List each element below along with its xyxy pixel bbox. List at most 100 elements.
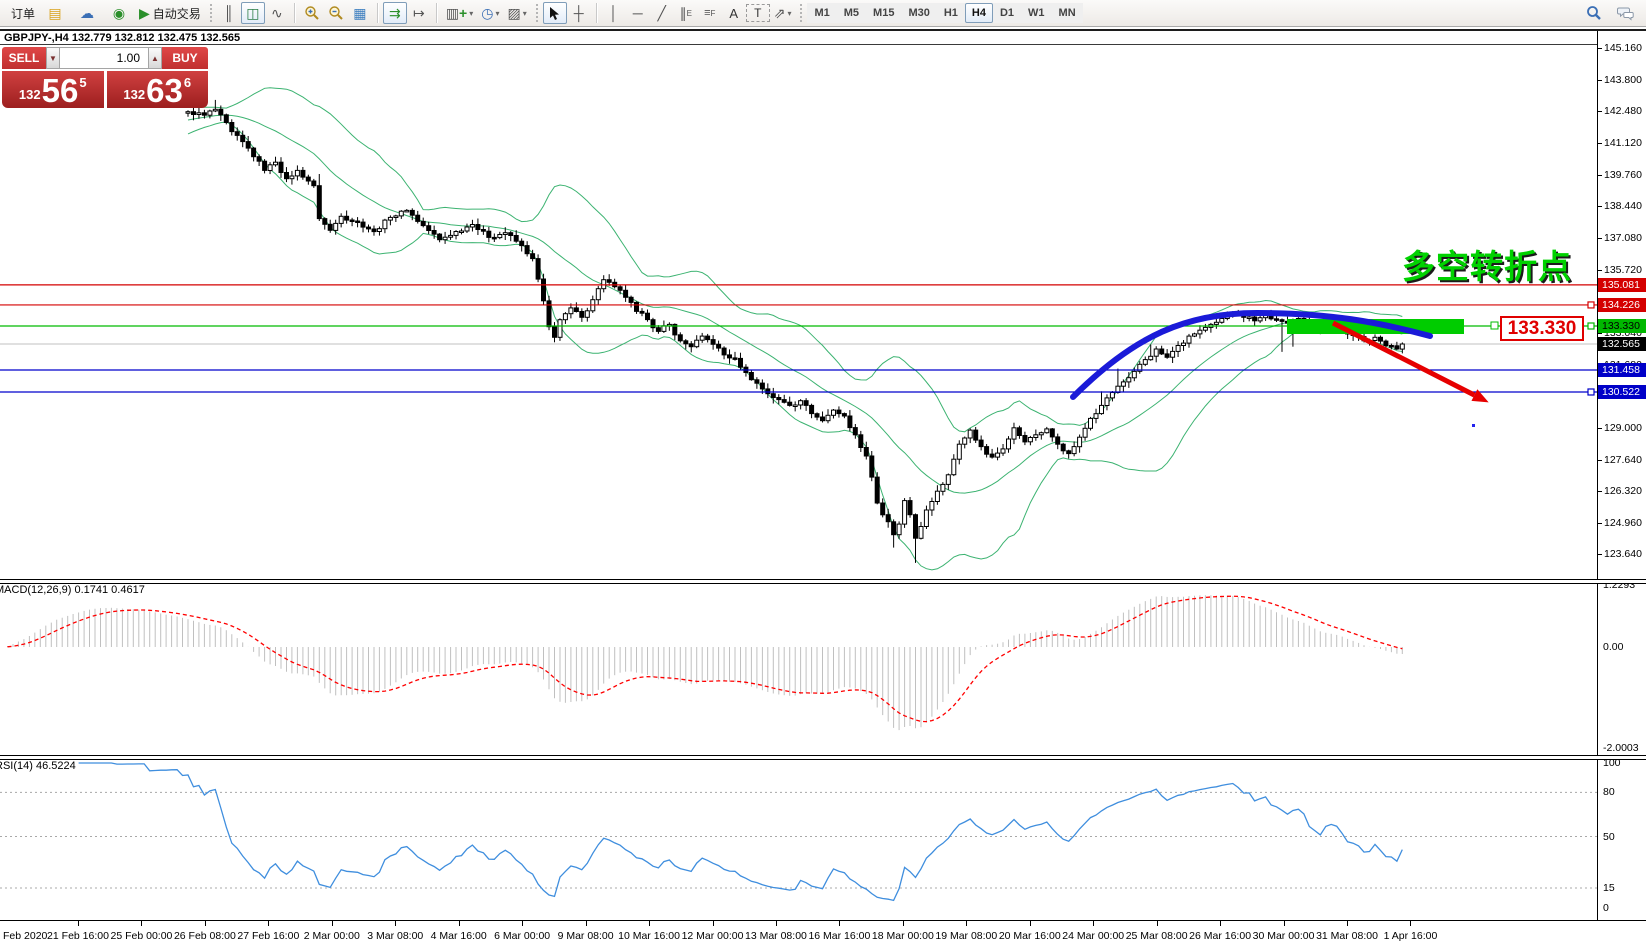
timeframe-m15[interactable]: M15 (866, 3, 901, 23)
price-tick-label: 123.640 (1604, 548, 1642, 560)
timeframe-h4[interactable]: H4 (965, 3, 993, 23)
sell-price-prefix: 132 (19, 87, 41, 102)
zoom-out-icon[interactable] (324, 2, 348, 24)
metaquotes-journal-icon[interactable]: ▤ (39, 1, 71, 25)
timeframe-m5[interactable]: M5 (837, 3, 866, 23)
buy-price-big: 63 (146, 75, 183, 106)
chart-shift-icon[interactable]: ↦ (407, 2, 431, 24)
crosshair-icon[interactable]: ┼ (567, 2, 591, 24)
price-axis-divider (1597, 31, 1598, 920)
one-click-trade-panel: SELL ▼ ▲ BUY 132 56 5 132 63 6 (2, 47, 208, 108)
timeframe-d1[interactable]: D1 (993, 3, 1021, 23)
timeframe-group: M1M5M15M30H1H4D1W1MN (807, 3, 1082, 23)
new-order-button[interactable]: 订单 (4, 2, 39, 24)
time-tick (522, 921, 523, 926)
time-axis-label: 26 Feb 08:00 (174, 930, 236, 942)
price-tick (1598, 143, 1602, 144)
time-tick (649, 921, 650, 926)
time-tick (1347, 921, 1348, 926)
templates-icon[interactable]: ▨▾ (503, 2, 530, 24)
time-tick (395, 921, 396, 926)
mql5-community-icon[interactable]: ☁ (71, 1, 103, 25)
cursor-icon[interactable] (543, 2, 567, 24)
signals-icon[interactable]: ◉ (103, 1, 135, 25)
sell-button[interactable]: SELL (2, 47, 46, 69)
time-axis-label: 20 Mar 16:00 (999, 930, 1061, 942)
time-axis-label: 3 Mar 08:00 (367, 930, 423, 942)
timeframe-m30[interactable]: M30 (901, 3, 936, 23)
price-tick-label: 142.480 (1604, 105, 1642, 117)
symbol-ohlc-readout: GBPJPY-,H4 132.779 132.812 132.475 132.5… (4, 32, 240, 44)
time-axis-border (0, 920, 1646, 921)
timeframe-w1[interactable]: W1 (1021, 3, 1052, 23)
rsi-axis-label: 0 (1603, 902, 1609, 914)
timeframe-h1[interactable]: H1 (937, 3, 965, 23)
time-tick (1284, 921, 1285, 926)
price-level-label: 131.458 (1598, 363, 1646, 377)
search-icon[interactable] (1578, 1, 1610, 25)
buy-price-pip: 6 (184, 75, 191, 90)
time-axis[interactable]: Feb 202021 Feb 16:0025 Feb 00:0026 Feb 0… (0, 921, 1646, 950)
new-chart-icon[interactable]: ▥+▾ (442, 2, 477, 24)
autotrading-button[interactable]: ▶自动交易 (135, 2, 205, 24)
periods-clock-icon[interactable]: ◷▾ (477, 2, 503, 24)
price-tick (1598, 238, 1602, 239)
auto-scroll-icon[interactable]: ⇉ (383, 2, 407, 24)
time-tick (141, 921, 142, 926)
price-tick (1598, 80, 1602, 81)
price-tick-label: 145.160 (1604, 42, 1642, 54)
price-chart-canvas[interactable] (0, 0, 1646, 950)
volume-increase-button[interactable]: ▲ (148, 47, 162, 69)
candlestick-chart-icon[interactable]: ◫ (241, 2, 265, 24)
equidistant-channel-icon[interactable]: ∥E (674, 2, 698, 24)
time-axis-label: Feb 2020 (3, 930, 47, 942)
rsi-axis-label: 50 (1603, 831, 1615, 843)
volume-decrease-button[interactable]: ▼ (46, 47, 60, 69)
price-tick-label: 135.720 (1604, 264, 1642, 276)
line-chart-icon[interactable]: ∿ (265, 2, 289, 24)
price-tick (1598, 206, 1602, 207)
price-tick (1598, 523, 1602, 524)
time-axis-label: 30 Mar 00:00 (1253, 930, 1315, 942)
price-tick (1598, 460, 1602, 461)
arrows-tool-icon[interactable]: ⇗▾ (770, 2, 796, 24)
trendline-icon[interactable]: ╱ (650, 2, 674, 24)
time-tick (332, 921, 333, 926)
time-axis-label: 9 Mar 08:00 (558, 930, 614, 942)
price-tick-label: 139.760 (1604, 169, 1642, 181)
time-axis-label: 25 Mar 08:00 (1126, 930, 1188, 942)
bar-chart-icon[interactable]: ║ (217, 2, 241, 24)
vertical-line-icon[interactable]: │ (602, 2, 626, 24)
toolbar-separator (436, 3, 437, 23)
horizontal-line-icon[interactable]: ─ (626, 2, 650, 24)
timeframe-mn[interactable]: MN (1052, 3, 1083, 23)
time-tick (1220, 921, 1221, 926)
time-axis-label: 18 Mar 00:00 (872, 930, 934, 942)
symbol-bar-underline (0, 44, 1597, 45)
chat-icon[interactable] (1610, 1, 1642, 25)
sell-price-display[interactable]: 132 56 5 (2, 71, 104, 108)
timeframe-m1[interactable]: M1 (807, 3, 836, 23)
price-tick (1598, 48, 1602, 49)
time-axis-label: 21 Feb 16:00 (47, 930, 109, 942)
macd-window-separator[interactable] (0, 579, 1646, 584)
time-tick (1157, 921, 1158, 926)
text-label-icon[interactable]: T (746, 4, 770, 22)
main-toolbar: 订单 ▤ ☁ ◉ ▶自动交易 ║ ◫ ∿ ▦ ⇉ ↦ ▥+▾ ◷▾ ▨▾ ┼ │… (0, 0, 1646, 27)
time-axis-label: 19 Mar 08:00 (935, 930, 997, 942)
price-tick-label: 138.440 (1604, 200, 1642, 212)
fibonacci-icon[interactable]: ≡F (698, 2, 722, 24)
turning-point-annotation[interactable]: 多空转折点 (1402, 250, 1572, 283)
time-tick (713, 921, 714, 926)
rsi-indicator-label: RSI(14) 46.5224 (0, 760, 76, 772)
volume-input[interactable] (60, 47, 148, 69)
time-axis-label: 13 Mar 08:00 (745, 930, 807, 942)
zoom-in-icon[interactable] (300, 2, 324, 24)
price-callout-box[interactable]: 133.330 (1500, 316, 1584, 341)
buy-price-display[interactable]: 132 63 6 (107, 71, 209, 108)
rsi-window-separator[interactable] (0, 755, 1646, 760)
text-icon[interactable]: A (722, 2, 746, 24)
buy-button[interactable]: BUY (162, 47, 208, 69)
price-axis[interactable]: 145.160143.800142.480141.120139.760138.4… (1598, 31, 1646, 920)
tile-windows-icon[interactable]: ▦ (348, 2, 372, 24)
